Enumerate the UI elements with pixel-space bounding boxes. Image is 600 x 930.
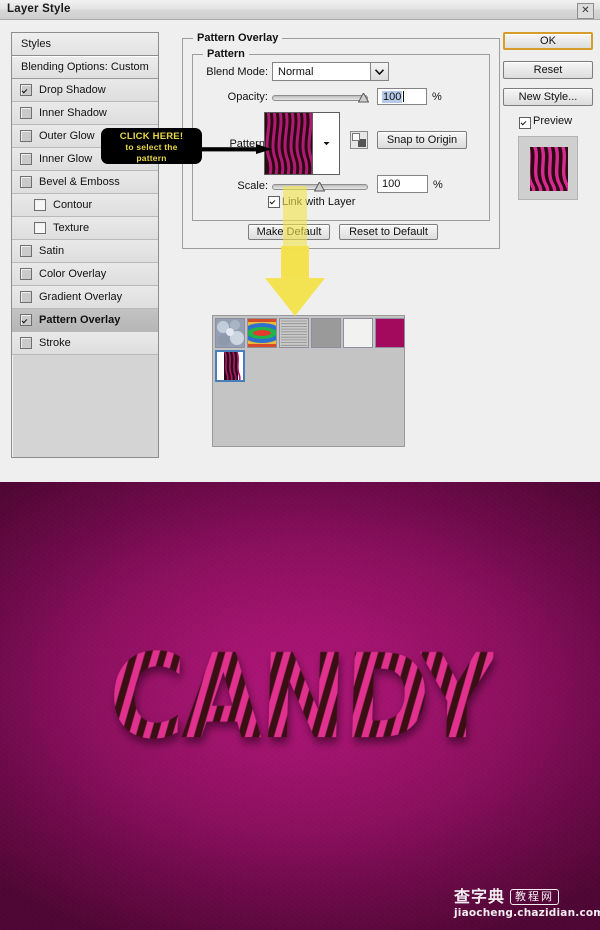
effect-label: Inner Shadow xyxy=(39,107,107,119)
effect-row-inner-shadow[interactable]: Inner Shadow xyxy=(12,102,158,125)
scale-label: Scale: xyxy=(237,180,268,192)
effect-checkbox[interactable] xyxy=(20,268,32,280)
watermark-brand-row: 查字典 教程网 xyxy=(454,887,560,906)
preview-box xyxy=(518,136,578,200)
scale-input[interactable]: 100 xyxy=(377,175,428,193)
effect-row-drop-shadow[interactable]: Drop Shadow xyxy=(12,79,158,102)
close-icon[interactable]: ✕ xyxy=(577,3,594,19)
effect-row-bevel-emboss[interactable]: Bevel & Emboss xyxy=(12,171,158,194)
effects-list: Drop Shadow Inner Shadow Outer Glow Inner G… xyxy=(12,79,158,355)
effect-checkbox[interactable] xyxy=(20,176,32,188)
chevron-down-icon[interactable] xyxy=(370,63,388,80)
effect-label: Outer Glow xyxy=(39,130,95,142)
effect-label: Pattern Overlay xyxy=(39,314,121,326)
effect-row-gradient-overlay[interactable]: Gradient Overlay xyxy=(12,286,158,309)
callout-line-3: pattern xyxy=(136,153,167,163)
pattern-dropdown-arrow-icon[interactable] xyxy=(312,113,339,174)
styles-panel: Styles Blending Options: Custom Drop Sha… xyxy=(11,32,159,458)
pattern-preset-bubbles-pattern[interactable] xyxy=(215,318,245,348)
styles-header[interactable]: Styles xyxy=(12,33,158,56)
blend-mode-label: Blend Mode: xyxy=(206,66,268,78)
effect-checkbox[interactable] xyxy=(20,245,32,257)
effect-checkbox[interactable] xyxy=(20,314,32,326)
pattern-preset-selected[interactable] xyxy=(215,350,245,382)
effect-label: Color Overlay xyxy=(39,268,107,280)
pattern-preset-rainbow-gradient-pattern[interactable] xyxy=(247,318,277,348)
preview-checkbox[interactable] xyxy=(519,117,531,129)
pattern-preset-gray-fill-pattern[interactable] xyxy=(311,318,341,348)
opacity-slider[interactable] xyxy=(272,93,369,103)
effect-row-satin[interactable]: Satin xyxy=(12,240,158,263)
effect-label: Texture xyxy=(53,222,90,234)
effect-checkbox[interactable] xyxy=(20,153,32,165)
ok-button[interactable]: OK xyxy=(503,32,593,50)
blend-mode-select[interactable]: Normal xyxy=(272,62,389,81)
scale-unit: % xyxy=(433,179,443,191)
pattern-thumbnail[interactable] xyxy=(265,113,313,174)
opacity-slider-knob[interactable] xyxy=(358,93,369,103)
effect-label: Contour xyxy=(53,199,93,211)
opacity-slider-track xyxy=(272,95,368,101)
effect-label: Satin xyxy=(39,245,65,257)
candy-text-wrapper: CANDY xyxy=(0,629,600,766)
opacity-input[interactable]: 100 xyxy=(377,88,427,105)
artwork-canvas: CANDY 查字典 教程网 jiaocheng.chazidian.com xyxy=(0,482,600,930)
callout-arrow-icon xyxy=(200,141,272,154)
reset-button[interactable]: Reset xyxy=(503,61,593,79)
effect-row-texture[interactable]: Texture xyxy=(12,217,158,240)
effect-checkbox[interactable] xyxy=(20,84,32,96)
effect-checkbox[interactable] xyxy=(34,199,46,211)
watermark-brand-box: 教程网 xyxy=(510,888,560,906)
scale-value: 100 xyxy=(382,178,401,190)
pattern-group-legend: Pattern xyxy=(203,48,249,60)
reset-to-default-button[interactable]: Reset to Default xyxy=(339,224,438,240)
new-style-button[interactable]: New Style... xyxy=(503,88,593,106)
effect-label: Inner Glow xyxy=(39,153,93,165)
callout-line-1: CLICK HERE! xyxy=(119,131,184,142)
pattern-swatch-picker[interactable] xyxy=(264,112,340,175)
effect-label: Bevel & Emboss xyxy=(39,176,120,188)
pattern-preset-lined-paper-pattern[interactable] xyxy=(279,318,309,348)
effect-checkbox[interactable] xyxy=(20,107,32,119)
effect-checkbox[interactable] xyxy=(20,291,32,303)
pattern-preset-row xyxy=(215,318,407,348)
layer-style-dialog: Layer Style ✕ Styles Blending Options: C… xyxy=(0,0,600,482)
effect-checkbox[interactable] xyxy=(34,222,46,234)
effect-row-pattern-overlay[interactable]: Pattern Overlay xyxy=(12,309,158,332)
preview-thumbnail xyxy=(530,147,568,191)
yellow-arrow-annotation xyxy=(263,116,327,320)
opacity-label: Opacity: xyxy=(227,91,268,103)
pattern-preset-magenta-fill-pattern[interactable] xyxy=(375,318,405,348)
effect-row-color-overlay[interactable]: Color Overlay xyxy=(12,263,158,286)
callout-line-2: to select the xyxy=(125,142,178,152)
effect-label: Drop Shadow xyxy=(39,84,106,96)
preview-label: Preview xyxy=(533,115,573,127)
opacity-unit: % xyxy=(432,91,442,103)
watermark: 查字典 教程网 jiaocheng.chazidian.com xyxy=(454,884,600,924)
effect-row-stroke[interactable]: Stroke xyxy=(12,332,158,355)
screenshot-root: Layer Style ✕ Styles Blending Options: C… xyxy=(0,0,600,930)
effect-checkbox[interactable] xyxy=(20,130,32,142)
effect-label: Gradient Overlay xyxy=(39,291,123,303)
effect-row-contour[interactable]: Contour xyxy=(12,194,158,217)
blend-mode-value: Normal xyxy=(278,65,314,78)
click-here-callout: CLICK HERE! to select the pattern xyxy=(101,128,202,164)
watermark-url: jiaocheng.chazidian.com xyxy=(454,907,600,920)
effect-label: Stroke xyxy=(39,337,71,349)
watermark-brand-cn: 查字典 xyxy=(454,887,506,906)
blending-options-item[interactable]: Blending Options: Custom xyxy=(12,56,158,79)
pattern-presets-popup[interactable] xyxy=(212,315,405,447)
snap-to-origin-button[interactable]: Snap to Origin xyxy=(377,131,467,149)
dialog-title: Layer Style xyxy=(7,3,71,15)
pattern-overlay-legend: Pattern Overlay xyxy=(193,32,283,44)
opacity-value: 100 xyxy=(382,90,403,103)
pattern-preset-white-paper-pattern[interactable] xyxy=(343,318,373,348)
dialog-titlebar: Layer Style ✕ xyxy=(0,0,600,20)
effect-checkbox[interactable] xyxy=(20,337,32,349)
new-pattern-preset-icon[interactable] xyxy=(350,131,368,149)
candy-text: CANDY xyxy=(106,628,494,766)
